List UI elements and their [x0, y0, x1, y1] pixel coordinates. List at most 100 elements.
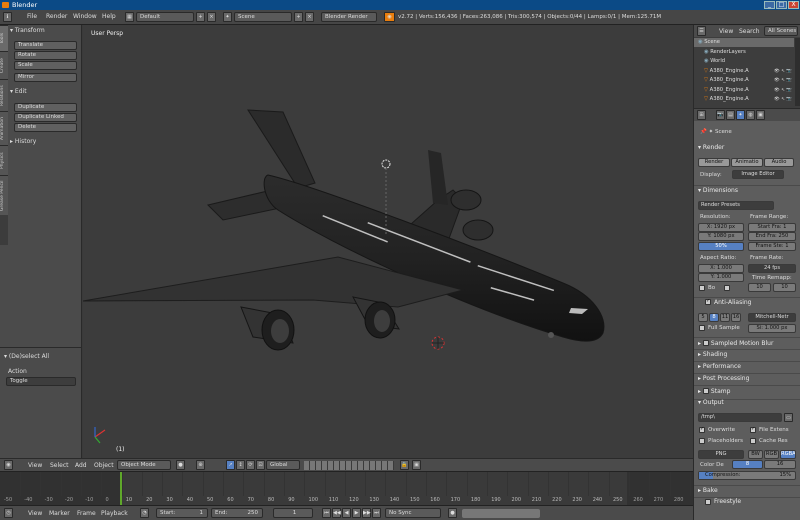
- mode-dropdown[interactable]: Object Mode: [117, 460, 171, 470]
- panel-enable-checkbox[interactable]: [702, 340, 709, 346]
- layout-icon[interactable]: ▦: [125, 12, 134, 22]
- orientation-dropdown[interactable]: Global: [266, 460, 300, 470]
- visibility-icons[interactable]: 👁 ↖ 📷: [774, 95, 792, 104]
- menu-marker[interactable]: Marker: [49, 510, 70, 517]
- outliner-search-menu[interactable]: Search: [739, 28, 760, 35]
- menu-render[interactable]: Render: [46, 13, 67, 20]
- next-key-icon[interactable]: ▶▶: [362, 508, 371, 518]
- edit-panel-header[interactable]: ▾ Edit: [10, 88, 27, 95]
- render-engine-dropdown[interactable]: Blender Render: [321, 12, 377, 22]
- outliner-scrollbar[interactable]: [795, 38, 800, 106]
- placeholders-checkbox[interactable]: [699, 438, 705, 444]
- crop-checkbox[interactable]: [724, 285, 730, 291]
- filter-size-field[interactable]: Si: 1.000 px: [748, 324, 796, 333]
- close-button[interactable]: X: [788, 1, 799, 9]
- tab-tools[interactable]: Tools: [0, 25, 8, 51]
- output-path-field[interactable]: /tmp\: [698, 413, 782, 422]
- outliner-item[interactable]: ◉ RenderLayers: [694, 48, 794, 57]
- scale-manip-icon[interactable]: ⊡: [256, 460, 265, 470]
- scene-dropdown[interactable]: Scene: [234, 12, 292, 22]
- shading-solid-icon[interactable]: ●: [176, 460, 185, 470]
- compression-slider[interactable]: Compression: 15%: [698, 471, 796, 480]
- dimensions-panel-header[interactable]: ▾ Dimensions: [698, 187, 738, 194]
- menu-help[interactable]: Help: [102, 13, 116, 20]
- 3d-viewport[interactable]: User Persp (1): [83, 25, 693, 458]
- editor-type-outliner-icon[interactable]: ☰: [697, 26, 706, 36]
- mirror-button[interactable]: Mirror: [14, 73, 77, 82]
- play-icon[interactable]: ▶: [352, 508, 361, 518]
- menu-tl-view[interactable]: View: [28, 510, 42, 517]
- sync-dropdown[interactable]: No Sync: [385, 508, 441, 518]
- translate-button[interactable]: Translate: [14, 41, 77, 50]
- timeline[interactable]: -50 -40 -30 -20 -10 0 10 20 30 40 50 60 70 80 90 100 110…: [0, 471, 693, 505]
- freestyle-checkbox[interactable]: [705, 499, 711, 505]
- preview-range-icon[interactable]: ◔: [140, 508, 149, 518]
- scale-button[interactable]: Scale: [14, 61, 77, 70]
- visibility-icons[interactable]: 👁 ↖ 📷: [774, 67, 792, 76]
- transform-panel-header[interactable]: ▾ Transform: [10, 27, 45, 34]
- editor-type-timeline-icon[interactable]: ◷: [4, 508, 13, 518]
- airplane-model[interactable]: [83, 25, 693, 458]
- world-tab-icon[interactable]: ◍: [746, 110, 755, 120]
- border-checkbox[interactable]: [699, 285, 705, 291]
- delete-button[interactable]: Delete: [14, 123, 77, 132]
- layer-buttons[interactable]: [304, 461, 394, 470]
- anti-aliasing-checkbox[interactable]: [705, 298, 711, 305]
- anti-aliasing-panel-header[interactable]: Anti-Aliasing: [714, 299, 751, 306]
- outliner-filter-dropdown[interactable]: All Scenes: [764, 26, 798, 36]
- color-bw-button[interactable]: BW: [748, 450, 763, 459]
- collapsed-panel-header[interactable]: ▸ Performance: [698, 363, 741, 370]
- aa-samples-5[interactable]: 5: [698, 313, 708, 322]
- rotate-button[interactable]: Rotate: [14, 51, 77, 60]
- outliner-item[interactable]: ◉ World: [694, 57, 794, 66]
- color-rgba-button[interactable]: RGBA: [780, 450, 796, 459]
- manipulator-icon[interactable]: ↗: [226, 460, 235, 470]
- resolution-percent-field[interactable]: 50%: [698, 242, 744, 251]
- cache-result-checkbox[interactable]: [750, 438, 756, 444]
- menu-object[interactable]: Object: [94, 462, 114, 469]
- outliner-item[interactable]: ◉ Scene: [694, 38, 794, 47]
- aa-samples-8[interactable]: 8: [709, 313, 719, 322]
- outliner-item[interactable]: ▽ A380_Engine.A 👁 ↖ 📷: [694, 86, 794, 95]
- outliner-item[interactable]: ▽ A380_Engine.A 👁 ↖ 📷: [694, 95, 794, 104]
- prev-key-icon[interactable]: ◀◀: [332, 508, 341, 518]
- render-tab-icon[interactable]: 📷: [716, 110, 725, 120]
- collapsed-panel-header[interactable]: ▸ Sampled Motion Blur: [698, 339, 773, 347]
- menu-window[interactable]: Window: [73, 13, 97, 20]
- visibility-icons[interactable]: 👁 ↖ 📷: [774, 76, 792, 85]
- current-frame-field[interactable]: 1: [273, 508, 313, 518]
- depth-8-button[interactable]: 8: [732, 460, 763, 469]
- end-frame-field-props[interactable]: End Fra: 250: [748, 232, 796, 241]
- panel-enable-checkbox[interactable]: [702, 388, 709, 394]
- depth-16-button[interactable]: 16: [764, 460, 796, 469]
- layout-add-button[interactable]: +: [196, 12, 205, 22]
- jump-start-icon[interactable]: ⏮: [322, 508, 331, 518]
- tab-physics[interactable]: Physics: [0, 145, 8, 175]
- aa-samples-11[interactable]: 11: [720, 313, 730, 322]
- time-remap-old[interactable]: 10: [748, 283, 771, 292]
- full-sample-checkbox[interactable]: [699, 325, 705, 331]
- visibility-icons[interactable]: 👁 ↖ 📷: [774, 86, 792, 95]
- render-button[interactable]: Render: [698, 158, 730, 167]
- menu-select[interactable]: Select: [50, 462, 69, 469]
- end-frame-field[interactable]: End: 250: [211, 508, 263, 518]
- menu-file[interactable]: File: [27, 13, 37, 20]
- color-rgb-button[interactable]: RGB: [764, 450, 779, 459]
- layout-dropdown[interactable]: Default: [136, 12, 194, 22]
- jump-end-icon[interactable]: ⏭: [372, 508, 381, 518]
- editor-type-3d-icon[interactable]: ◉: [4, 460, 13, 470]
- resolution-y-field[interactable]: Y: 1080 px: [698, 232, 744, 241]
- start-frame-field-props[interactable]: Start Fra: 1: [748, 223, 796, 232]
- duplicate-button[interactable]: Duplicate: [14, 103, 77, 112]
- menu-playback[interactable]: Playback: [101, 510, 128, 517]
- operator-panel-header[interactable]: ▾ (De)select All: [4, 353, 49, 360]
- aa-samples-16[interactable]: 16: [731, 313, 741, 322]
- lock-icon[interactable]: 🔒: [400, 460, 409, 470]
- folder-icon[interactable]: ▭: [784, 413, 793, 422]
- scene-tab-icon[interactable]: ✦: [736, 110, 745, 120]
- time-remap-new[interactable]: 10: [773, 283, 796, 292]
- start-frame-field[interactable]: Start: 1: [156, 508, 208, 518]
- file-format-dropdown[interactable]: PNG: [698, 450, 744, 459]
- tab-relations[interactable]: Relations: [0, 79, 8, 111]
- bake-panel-header[interactable]: ▸ Bake: [698, 487, 718, 494]
